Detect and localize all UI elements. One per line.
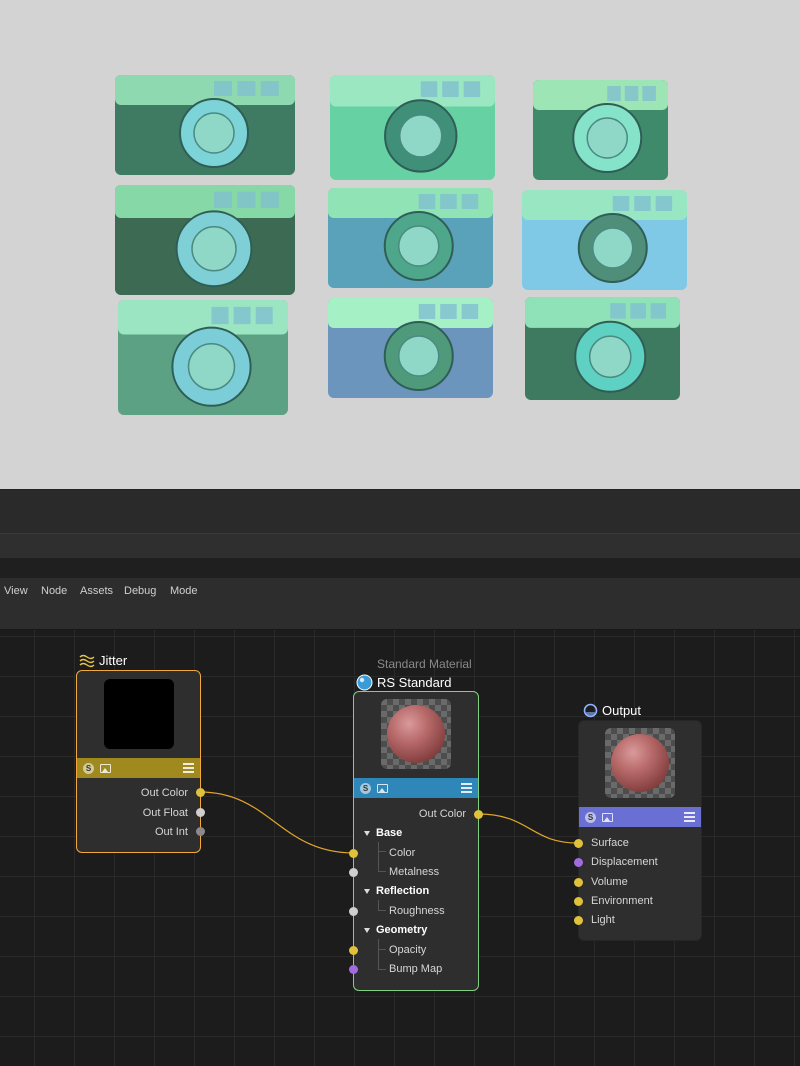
jitter-out-int-port[interactable] bbox=[196, 827, 205, 836]
tree-connector bbox=[378, 950, 386, 970]
node-editor-menubar: View Node Assets Debug Mode bbox=[0, 578, 800, 630]
render-viewport[interactable] bbox=[0, 0, 800, 489]
jitter-node-header[interactable]: Jitter bbox=[79, 653, 127, 668]
camera-model[interactable] bbox=[522, 190, 687, 290]
camera-model[interactable] bbox=[115, 185, 295, 295]
camera-render-image bbox=[115, 75, 687, 415]
output-node[interactable]: S Surface Displacement Volume Environmen… bbox=[578, 720, 702, 941]
collapse-icon bbox=[364, 888, 370, 894]
node-menu-icon[interactable] bbox=[183, 763, 194, 773]
shader-icon[interactable]: S bbox=[585, 811, 596, 823]
port-label: Color bbox=[389, 847, 416, 859]
rs-color-port[interactable] bbox=[349, 849, 358, 858]
rs-opacity-port[interactable] bbox=[349, 946, 358, 955]
output-sphere bbox=[611, 734, 669, 792]
output-light-port[interactable] bbox=[574, 916, 583, 925]
wave-lines-icon bbox=[79, 654, 95, 667]
port-label: Out Float bbox=[142, 807, 188, 819]
preview-image-icon[interactable] bbox=[377, 783, 388, 793]
camera-model[interactable] bbox=[118, 300, 288, 415]
rs-standard-node[interactable]: S Out Color Base Color Metalness Reflect… bbox=[353, 691, 479, 991]
camera-model[interactable] bbox=[525, 297, 680, 400]
jitter-node-toolbar: S bbox=[77, 758, 200, 778]
panel-spacer bbox=[0, 558, 800, 578]
port-label: Displacement bbox=[591, 856, 658, 868]
rs-out-color-port[interactable] bbox=[474, 810, 483, 819]
port-label: Bump Map bbox=[389, 963, 443, 975]
port-label: Light bbox=[591, 914, 615, 926]
output-node-title: Output bbox=[602, 703, 642, 718]
menu-view[interactable]: View bbox=[4, 585, 28, 597]
port-label: Surface bbox=[591, 837, 629, 849]
jitter-out-color-port[interactable] bbox=[196, 788, 205, 797]
menu-mode[interactable]: Mode bbox=[170, 585, 198, 597]
rs-bump-map-port[interactable] bbox=[349, 965, 358, 974]
group-geometry[interactable]: Geometry bbox=[364, 924, 427, 936]
camera-model[interactable] bbox=[330, 75, 495, 180]
tree-connector bbox=[378, 842, 386, 852]
output-node-header[interactable]: Output bbox=[583, 703, 641, 718]
port-label: Out Color bbox=[418, 808, 466, 820]
rs-metalness-port[interactable] bbox=[349, 868, 358, 877]
panel-divider bbox=[0, 489, 800, 533]
camera-model[interactable] bbox=[328, 298, 493, 398]
output-node-toolbar: S bbox=[579, 807, 701, 827]
preview-image-icon[interactable] bbox=[100, 763, 111, 773]
rs-standard-node-title: RS Standard bbox=[377, 675, 452, 690]
rs-standard-node-header[interactable]: RS Standard bbox=[356, 674, 451, 691]
camera-model[interactable] bbox=[533, 80, 668, 180]
node-graph-canvas[interactable]: Jitter S Out Color Out Float Out Int Sta… bbox=[0, 630, 800, 1066]
collapse-icon bbox=[364, 830, 370, 836]
tree-connector bbox=[378, 852, 386, 872]
port-label: Metalness bbox=[389, 866, 440, 878]
tree-connector bbox=[378, 900, 386, 911]
port-label: Environment bbox=[591, 895, 653, 907]
wire-jitter-to-color[interactable] bbox=[199, 791, 355, 854]
node-menu-icon[interactable] bbox=[461, 783, 472, 793]
jitter-node[interactable]: S Out Color Out Float Out Int bbox=[76, 670, 201, 853]
jitter-out-float-port[interactable] bbox=[196, 808, 205, 817]
output-ring-icon bbox=[583, 703, 598, 718]
preview-image-icon[interactable] bbox=[602, 812, 613, 822]
port-label: Roughness bbox=[389, 905, 445, 917]
shader-icon[interactable]: S bbox=[360, 782, 371, 794]
menu-node[interactable]: Node bbox=[41, 585, 67, 597]
node-menu-icon[interactable] bbox=[684, 812, 695, 822]
output-volume-port[interactable] bbox=[574, 878, 583, 887]
shader-icon[interactable]: S bbox=[83, 762, 94, 774]
port-label: Opacity bbox=[389, 944, 427, 956]
output-surface-port[interactable] bbox=[574, 839, 583, 848]
rs-standard-subtitle: Standard Material bbox=[377, 657, 472, 671]
output-displacement-port[interactable] bbox=[574, 858, 583, 867]
jitter-node-title: Jitter bbox=[99, 653, 128, 668]
group-base[interactable]: Base bbox=[364, 827, 402, 839]
rs-standard-node-toolbar: S bbox=[354, 778, 478, 798]
camera-model[interactable] bbox=[115, 75, 295, 175]
panel-toolbar bbox=[0, 533, 800, 558]
sphere-icon bbox=[356, 674, 373, 691]
collapse-icon bbox=[364, 927, 370, 933]
group-reflection[interactable]: Reflection bbox=[364, 885, 429, 897]
tree-connector bbox=[378, 939, 386, 950]
menu-debug[interactable]: Debug bbox=[124, 585, 156, 597]
material-preview bbox=[381, 699, 451, 769]
output-environment-port[interactable] bbox=[574, 897, 583, 906]
rs-roughness-port[interactable] bbox=[349, 907, 358, 916]
jitter-preview bbox=[103, 679, 174, 749]
port-label: Out Int bbox=[154, 826, 188, 838]
material-sphere bbox=[387, 705, 445, 763]
output-preview bbox=[605, 728, 675, 798]
port-label: Out Color bbox=[140, 787, 188, 799]
port-label: Volume bbox=[591, 876, 628, 888]
wire-outcolor-to-surface[interactable] bbox=[477, 813, 579, 844]
menu-assets[interactable]: Assets bbox=[80, 585, 113, 597]
camera-model[interactable] bbox=[328, 188, 493, 288]
